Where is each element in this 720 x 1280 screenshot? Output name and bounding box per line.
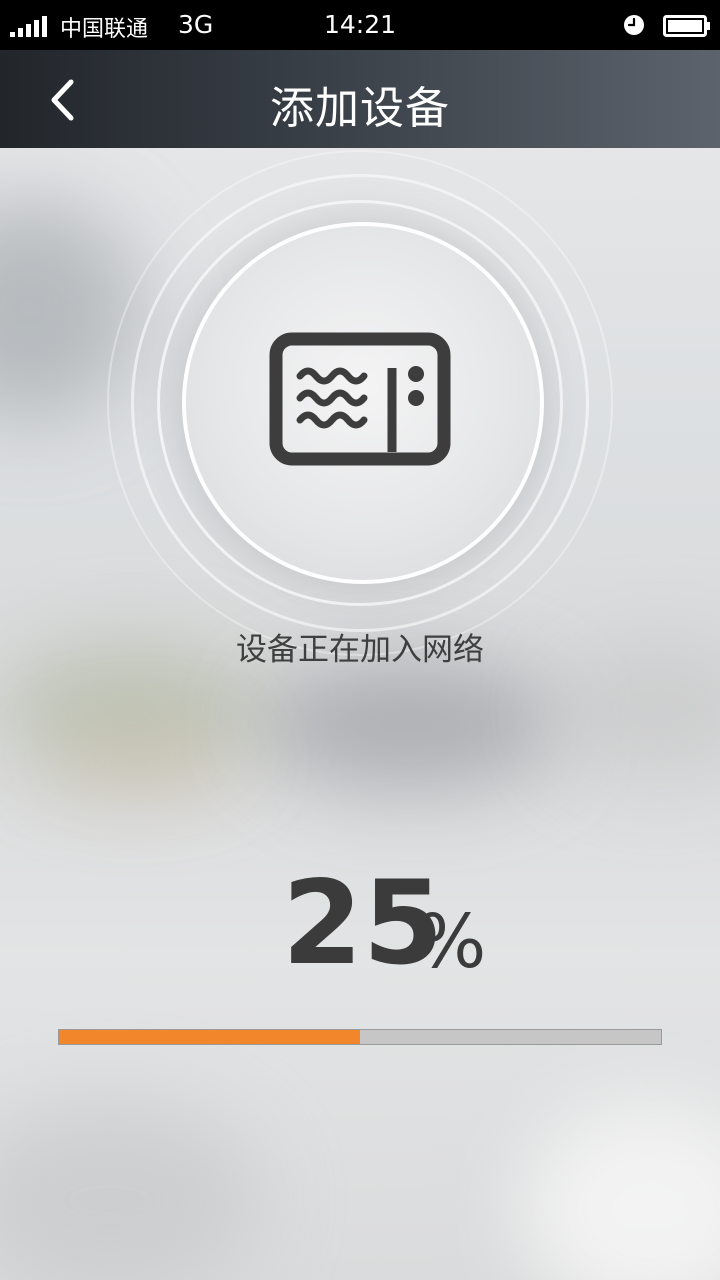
battery-icon bbox=[663, 15, 710, 37]
connection-status-text: 设备正在加入网络 bbox=[236, 632, 484, 668]
background-blur bbox=[260, 660, 560, 790]
status-time: 14:21 bbox=[323, 10, 397, 39]
background-blur bbox=[520, 1100, 720, 1280]
status-bar: 中国联通 3G 14:21 bbox=[0, 0, 720, 50]
progress-bar-fill bbox=[59, 1030, 360, 1044]
microwave-icon bbox=[269, 332, 451, 466]
title-bar: 添加设备 bbox=[0, 50, 720, 148]
add-device-screen: 中国联通 3G 14:21 添加设备 设备正在加入网络 25 % bbox=[0, 0, 720, 1280]
background-blur bbox=[40, 730, 240, 790]
progress-unit: % bbox=[416, 899, 487, 985]
alarm-icon bbox=[624, 15, 644, 35]
progress-bar bbox=[58, 1029, 662, 1045]
background-blur bbox=[0, 1100, 260, 1280]
page-title: 添加设备 bbox=[270, 83, 450, 134]
